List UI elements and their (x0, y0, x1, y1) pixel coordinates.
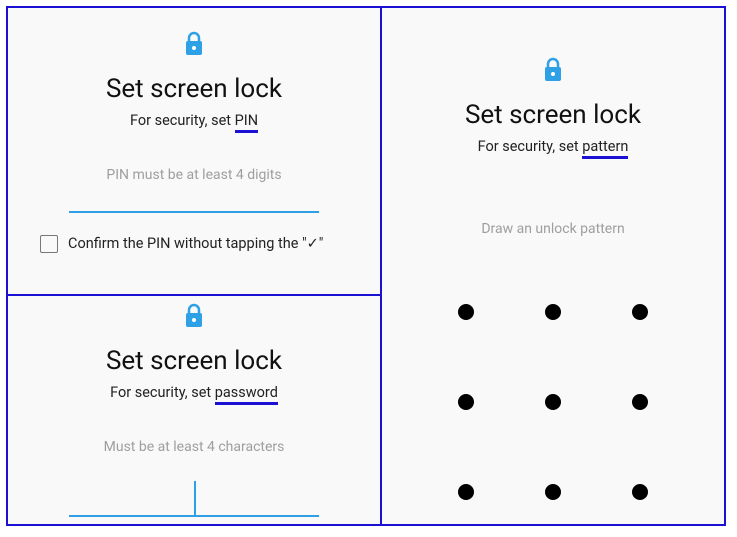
pattern-dot[interactable] (545, 394, 561, 410)
pattern-title: Set screen lock (382, 100, 724, 130)
pattern-subtitle-highlight: pattern (582, 139, 628, 159)
pattern-dot[interactable] (458, 394, 474, 410)
password-subtitle: For security, set password (8, 384, 380, 405)
text-cursor (194, 481, 196, 517)
pattern-dot[interactable] (545, 304, 561, 320)
pin-helper: PIN must be at least 4 digits (8, 167, 380, 183)
pin-confirm-row[interactable]: Confirm the PIN without tapping the "✓" (8, 235, 380, 253)
pattern-dot[interactable] (632, 304, 648, 320)
pattern-subtitle: For security, set pattern (382, 138, 724, 159)
password-subtitle-highlight: password (215, 385, 278, 405)
pin-title: Set screen lock (8, 74, 380, 104)
password-input[interactable] (69, 477, 319, 517)
panel-pattern: Set screen lock For security, set patter… (382, 8, 724, 524)
pin-input[interactable] (69, 211, 319, 213)
pin-subtitle-highlight: PIN (235, 113, 258, 133)
lock-icon (541, 56, 565, 88)
pattern-dot[interactable] (632, 484, 648, 500)
password-input-line (69, 515, 319, 517)
pattern-helper: Draw an unlock pattern (382, 221, 724, 237)
pin-subtitle-prefix: For security, set (130, 112, 235, 129)
pattern-grid[interactable] (423, 267, 683, 537)
pattern-dot[interactable] (458, 304, 474, 320)
panel-password: Set screen lock For security, set passwo… (8, 296, 382, 524)
password-subtitle-prefix: For security, set (110, 384, 215, 401)
lock-icon (182, 30, 206, 62)
pattern-dot[interactable] (458, 484, 474, 500)
pin-subtitle: For security, set PIN (8, 112, 380, 133)
password-title: Set screen lock (8, 346, 380, 376)
password-helper: Must be at least 4 characters (8, 439, 380, 455)
pin-confirm-checkbox[interactable] (40, 235, 58, 253)
frame: Set screen lock For security, set PIN PI… (6, 6, 726, 526)
pattern-dot[interactable] (545, 484, 561, 500)
pattern-subtitle-prefix: For security, set (478, 138, 583, 155)
pattern-dot[interactable] (632, 394, 648, 410)
panel-pin: Set screen lock For security, set PIN PI… (8, 8, 382, 296)
pin-confirm-label: Confirm the PIN without tapping the "✓" (68, 235, 323, 252)
lock-icon (182, 302, 206, 334)
